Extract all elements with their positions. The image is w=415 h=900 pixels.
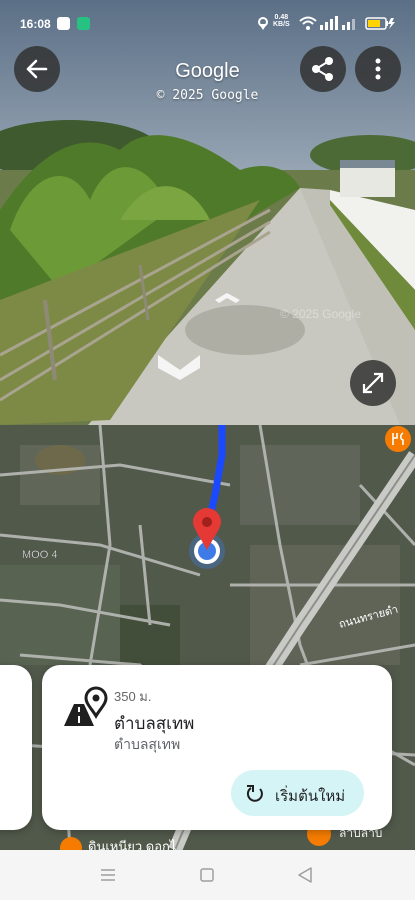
street-view-title: Google [175, 60, 240, 82]
map-poi-label: ดินเหนียว ดอกไ [88, 839, 177, 850]
restaurant-poi[interactable] [385, 426, 411, 452]
net-speed: 0.48 KB/S [273, 14, 290, 28]
location-icon [258, 17, 268, 30]
more-vert-icon [375, 58, 381, 80]
signal-icon [320, 16, 355, 30]
share-icon [312, 57, 333, 81]
status-time: 16:08 [20, 17, 51, 31]
home-icon[interactable] [199, 867, 215, 883]
expand-button[interactable] [350, 360, 396, 406]
previous-card[interactable] [0, 665, 32, 830]
place-title: ตำบลสุเทพ [114, 714, 195, 733]
net-speed-value: 0.48 [274, 14, 289, 21]
share-button[interactable] [300, 46, 346, 92]
back-nav-icon[interactable] [297, 866, 313, 884]
street-view-watermark: © 2025 Google [280, 307, 361, 321]
map-area-label: MOO 4 [22, 549, 57, 561]
wifi-icon [299, 16, 317, 30]
expand-diagonal-icon [362, 372, 384, 394]
chat-app-icon [77, 17, 90, 30]
arrow-left-icon [26, 59, 48, 79]
line-app-icon [57, 17, 70, 30]
distance-text: 350 ม. [114, 689, 152, 704]
place-subtitle: ตำบลสุเทพ [114, 736, 181, 752]
recent-apps-icon[interactable] [99, 868, 117, 882]
restart-label: เริ่มต้นใหม่ [275, 788, 346, 805]
street-view-panel[interactable]: © 2025 Google 16:08 0.48 KB/S Google © 2… [0, 0, 415, 425]
poi-icon [60, 837, 82, 850]
system-nav-bar [0, 850, 415, 900]
restart-button[interactable]: เริ่มต้นใหม่ [231, 770, 364, 816]
road-pin-icon [64, 686, 108, 726]
status-bar: 16:08 0.48 KB/S [0, 0, 415, 46]
net-speed-unit: KB/S [273, 21, 290, 28]
battery-icon [365, 17, 395, 30]
street-view-copyright: © 2025 Google [156, 88, 259, 103]
restart-icon [246, 785, 263, 802]
more-options-button[interactable] [355, 46, 401, 92]
map-poi[interactable]: ดินเหนียว ดอกไ [60, 836, 210, 850]
back-button[interactable] [14, 46, 60, 92]
